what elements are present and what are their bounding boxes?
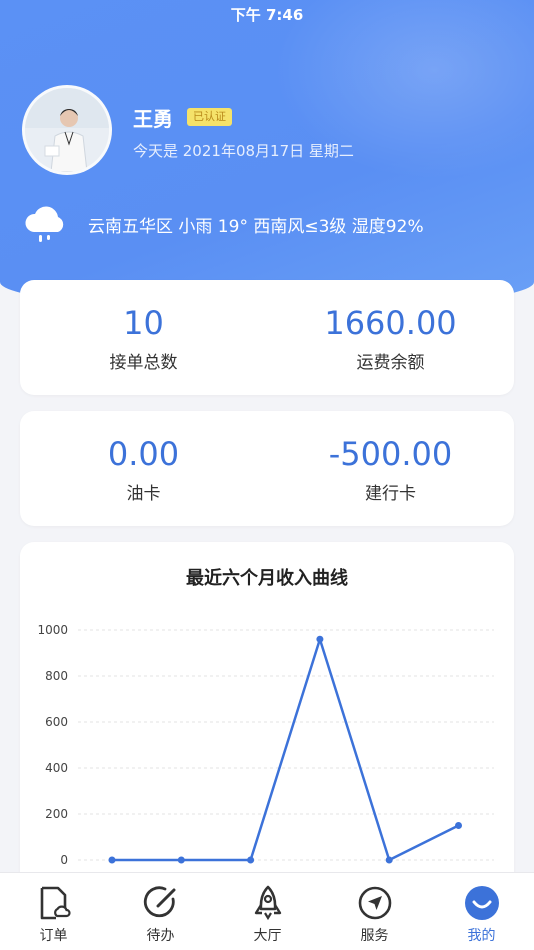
rocket-icon (254, 885, 281, 921)
stat-ccb-card[interactable]: -500.00 建行卡 (267, 435, 514, 504)
stats-card-balance: 10 接单总数 1660.00 运费余额 (20, 280, 514, 395)
stat-value: 0.00 (107, 435, 180, 473)
tab-hall[interactable]: 大厅 (214, 873, 321, 950)
tab-label: 服务 (360, 928, 389, 944)
y-tick-label: 200 (45, 807, 68, 821)
tab-service[interactable]: 服务 (321, 873, 428, 950)
stat-value: 1660.00 (324, 304, 457, 342)
profile-header: 下午 7:46 王勇 已认证 今天是 2021年08月17日 星期二 云南五华区… (0, 0, 534, 310)
weather-text: 云南五华区 小雨 19° 西南风≤3级 湿度92% (88, 217, 424, 237)
y-tick-label: 1000 (37, 623, 68, 637)
avatar-photo (25, 88, 109, 172)
income-series-line (112, 637, 460, 862)
smile-profile-icon (464, 886, 499, 920)
data-point[interactable] (177, 856, 185, 864)
date-line: 今天是 2021年08月17日 星期二 (133, 142, 354, 160)
y-tick-label: 400 (45, 761, 68, 775)
verified-badge: 已认证 (187, 108, 232, 126)
data-point[interactable] (247, 856, 255, 864)
y-tick-label: 600 (45, 715, 68, 729)
y-tick-label: 800 (45, 669, 68, 683)
stat-total-orders[interactable]: 10 接单总数 (20, 304, 267, 373)
stat-value: -500.00 (328, 435, 453, 473)
tab-label: 大厅 (253, 928, 282, 944)
user-name: 王勇 (133, 107, 173, 131)
stat-label: 油卡 (126, 484, 161, 504)
income-line-chart: 1000 800 600 400 200 0 (37, 623, 494, 867)
todo-edit-icon (143, 886, 175, 918)
tab-label: 订单 (39, 928, 68, 944)
order-document-icon (40, 886, 71, 920)
data-point[interactable] (108, 856, 116, 864)
avatar[interactable] (22, 85, 112, 175)
income-chart-card: 最近六个月收入曲线 1000 800 600 400 200 0 (20, 542, 514, 882)
stat-freight-balance[interactable]: 1660.00 运费余额 (267, 304, 514, 373)
stat-label: 建行卡 (365, 484, 416, 504)
data-point[interactable] (455, 822, 462, 829)
data-point[interactable] (385, 856, 393, 864)
tab-mine[interactable]: 我的 (428, 873, 534, 950)
stats-card-cards: 0.00 油卡 -500.00 建行卡 (20, 411, 514, 526)
stat-value: 10 (123, 304, 164, 342)
y-tick-label: 0 (60, 853, 68, 867)
tab-label: 我的 (467, 928, 496, 944)
navigation-compass-icon (358, 886, 391, 920)
tab-label: 待办 (146, 928, 175, 944)
status-bar: 下午 7:46 (0, 0, 534, 28)
stat-label: 运费余额 (356, 353, 425, 373)
data-point[interactable] (316, 635, 324, 643)
cloud-rain-icon (25, 206, 64, 242)
stat-label: 接单总数 (109, 353, 178, 373)
tab-todo[interactable]: 待办 (107, 873, 214, 950)
tab-orders[interactable]: 订单 (0, 873, 107, 950)
status-time: 下午 7:46 (230, 5, 304, 24)
stat-fuel-card[interactable]: 0.00 油卡 (20, 435, 267, 504)
bottom-tab-bar: 订单 待办 大厅 服务 我的 (0, 872, 534, 950)
